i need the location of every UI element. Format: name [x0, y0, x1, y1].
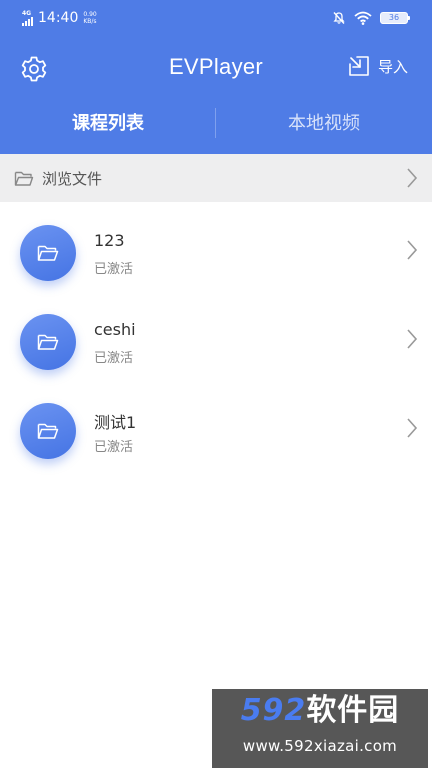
wifi-icon	[354, 11, 372, 25]
watermark-brand-text: 软件园	[306, 693, 400, 728]
status-bar: 4G 14:40 0.90 KB/s 36	[0, 0, 432, 36]
import-label: 导入	[377, 57, 408, 76]
signal-icon: 4G	[22, 10, 33, 26]
app-header: EVPlayer 导入 课程列表 本地视频	[0, 36, 432, 154]
course-name: ceshi	[94, 320, 136, 339]
watermark-brand: 592软件园	[212, 689, 428, 733]
chevron-right-icon	[407, 418, 418, 438]
course-icon	[20, 225, 76, 281]
status-right: 36	[332, 11, 410, 25]
import-button[interactable]: 导入	[348, 55, 408, 77]
course-icon	[20, 314, 76, 370]
watermark: 592软件园 www.592xiazai.com	[212, 689, 428, 768]
course-status: 已激活	[94, 351, 134, 366]
chevron-right-icon	[407, 329, 418, 349]
course-status: 已激活	[94, 262, 134, 277]
course-list: 123 已激活 ceshi 已激活 测试1 已激活	[0, 202, 432, 469]
speed-unit: KB/s	[83, 18, 97, 25]
course-icon	[20, 403, 76, 459]
course-item[interactable]: ceshi 已激活	[0, 291, 432, 380]
tab-local-video[interactable]: 本地视频	[216, 104, 432, 144]
chevron-right-icon	[407, 240, 418, 260]
course-name: 测试1	[94, 413, 137, 432]
status-left: 4G 14:40 0.90 KB/s	[22, 10, 97, 26]
course-item[interactable]: 123 已激活	[0, 202, 432, 291]
tab-course-list[interactable]: 课程列表	[0, 104, 216, 144]
course-item[interactable]: 测试1 已激活	[0, 380, 432, 469]
watermark-brand-number: 592	[240, 693, 307, 728]
status-time: 14:40	[38, 10, 79, 26]
battery-icon: 36	[380, 12, 410, 24]
browse-files-bar[interactable]: 浏览文件	[0, 154, 432, 202]
browse-files-label: 浏览文件	[42, 169, 103, 188]
folder-icon	[37, 334, 59, 350]
mute-icon	[333, 12, 345, 24]
chevron-right-icon	[407, 168, 418, 188]
watermark-url: www.592xiazai.com	[242, 737, 398, 755]
speed-value: 0.90	[83, 11, 97, 18]
course-status: 已激活	[94, 440, 134, 455]
course-name: 123	[94, 231, 125, 250]
folder-icon	[37, 423, 59, 439]
folder-icon	[37, 245, 59, 261]
import-icon	[349, 56, 369, 76]
network-speed: 0.90 KB/s	[83, 11, 96, 25]
folder-outline-icon	[14, 171, 34, 186]
